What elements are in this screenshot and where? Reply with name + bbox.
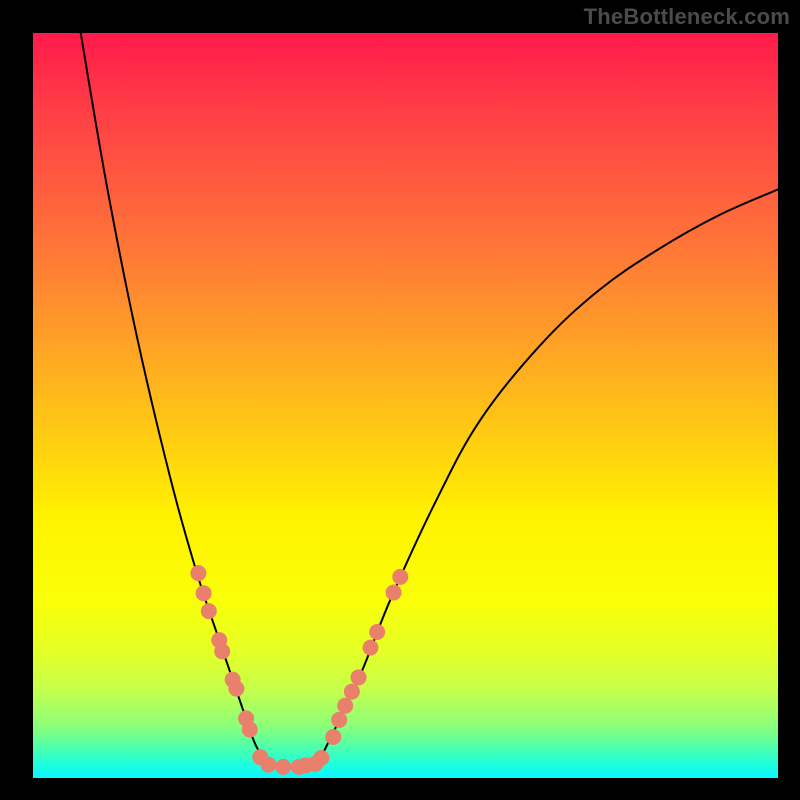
data-point xyxy=(313,750,329,766)
data-point xyxy=(392,569,408,585)
data-point xyxy=(190,565,206,581)
markers-bottom xyxy=(275,750,329,775)
data-point xyxy=(344,684,360,700)
data-point xyxy=(275,759,291,775)
data-point xyxy=(201,603,217,619)
data-point xyxy=(228,681,244,697)
data-point xyxy=(369,624,385,640)
chart-svg xyxy=(33,33,778,778)
data-point xyxy=(196,585,212,601)
data-point xyxy=(362,640,378,656)
data-point xyxy=(331,712,347,728)
bottleneck-curve xyxy=(81,33,778,767)
data-point xyxy=(337,698,353,714)
data-point xyxy=(325,729,341,745)
data-point xyxy=(351,669,367,685)
watermark-text: TheBottleneck.com xyxy=(584,4,790,30)
markers-left xyxy=(190,565,276,772)
chart-frame: TheBottleneck.com xyxy=(0,0,800,800)
data-point xyxy=(386,584,402,600)
data-point xyxy=(214,643,230,659)
data-point xyxy=(260,757,276,773)
data-point xyxy=(242,722,258,738)
plot-area xyxy=(33,33,778,778)
